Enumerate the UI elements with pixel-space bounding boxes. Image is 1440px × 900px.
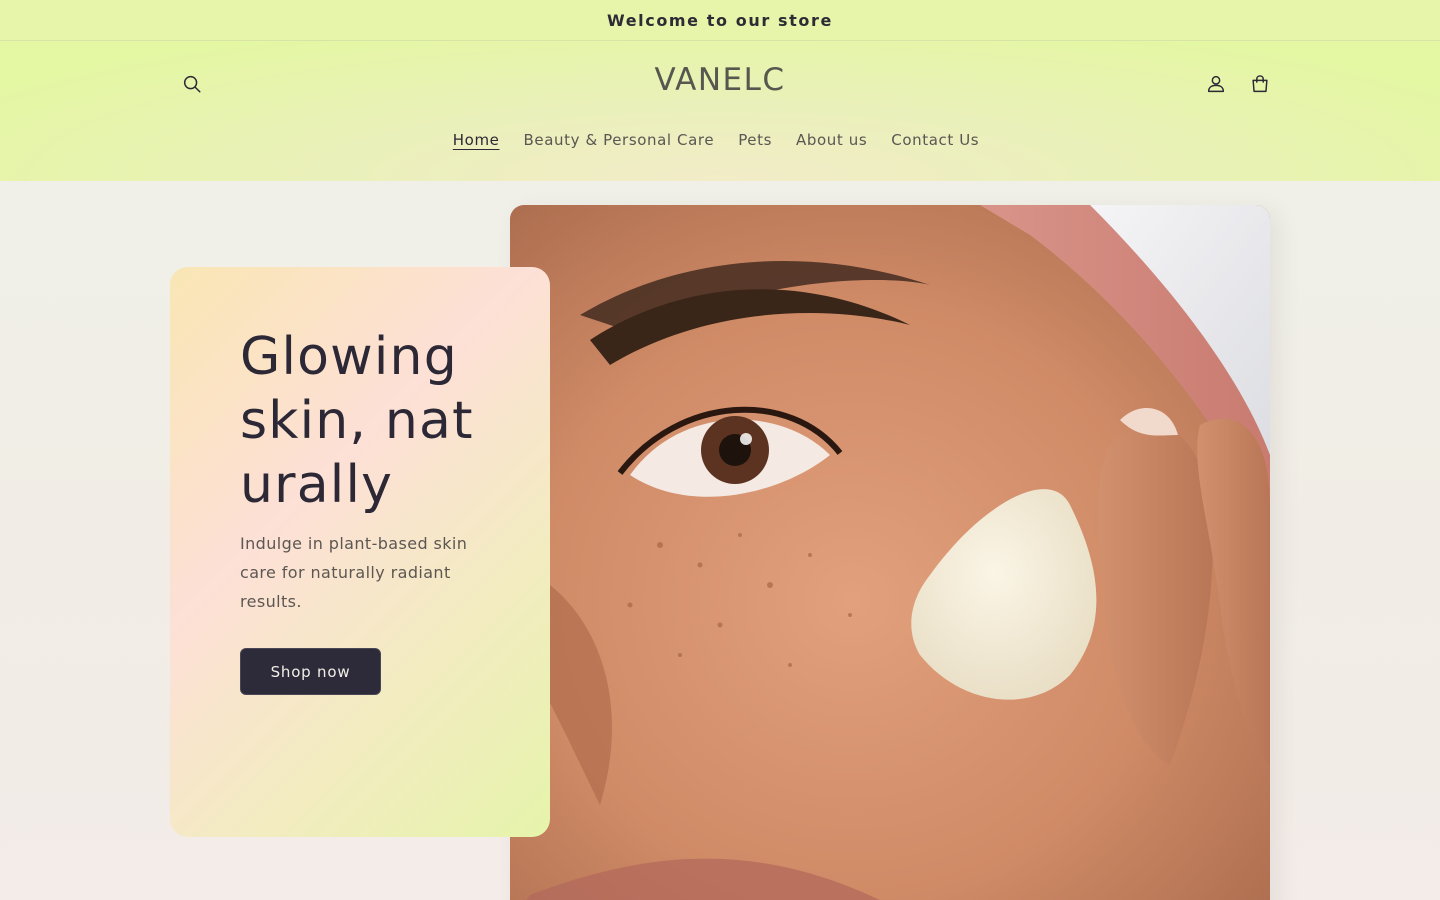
nav-item-contact-us[interactable]: Contact Us bbox=[891, 129, 979, 151]
hero-image bbox=[510, 205, 1270, 900]
main-nav: Home Beauty & Personal Care Pets About u… bbox=[0, 129, 1440, 151]
shopping-bag-icon bbox=[1252, 75, 1268, 93]
hero-card: Glowing skin, naturally Indulge in plant… bbox=[170, 267, 550, 837]
nav-item-home[interactable]: Home bbox=[453, 129, 500, 151]
hero-photo-face bbox=[510, 205, 1270, 900]
nav-item-pets[interactable]: Pets bbox=[738, 129, 772, 151]
hero-title: Glowing skin, naturally bbox=[240, 327, 474, 515]
announcement-text: Welcome to our store bbox=[607, 10, 833, 30]
site-header: VANELC Home Beauty & Personal Care Pets … bbox=[0, 41, 1440, 181]
shop-now-button[interactable]: Shop now bbox=[240, 648, 381, 695]
cart-button[interactable] bbox=[1240, 64, 1280, 104]
announcement-bar: Welcome to our store bbox=[0, 0, 1440, 41]
user-icon bbox=[1207, 75, 1225, 93]
account-button[interactable] bbox=[1196, 64, 1236, 104]
nav-item-beauty-personal-care[interactable]: Beauty & Personal Care bbox=[524, 129, 715, 151]
hero-subtitle: Indulge in plant-based skin care for nat… bbox=[240, 534, 468, 611]
nav-item-about-us[interactable]: About us bbox=[796, 129, 867, 151]
